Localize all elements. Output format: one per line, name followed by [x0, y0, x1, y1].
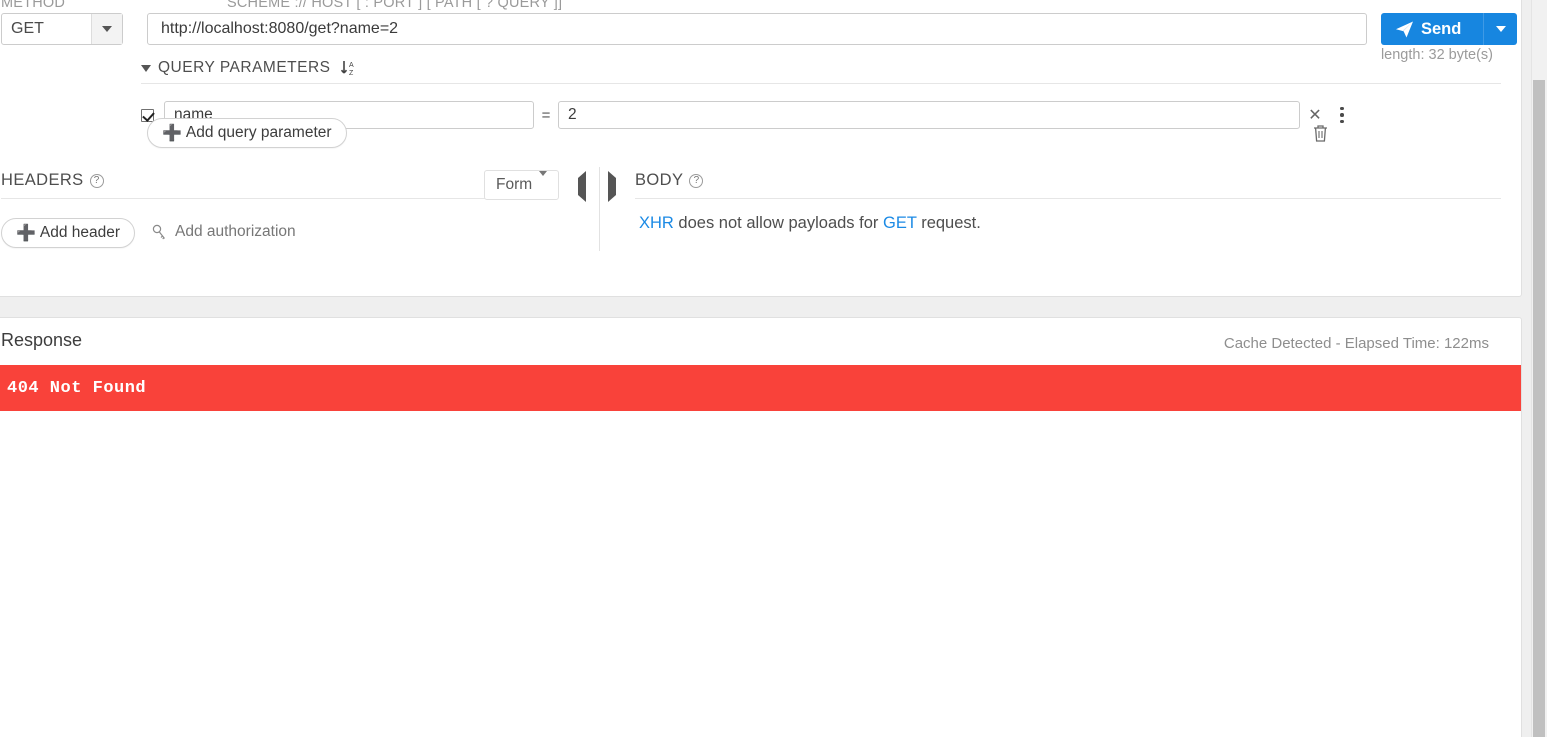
body-message-suffix: request.: [916, 214, 981, 232]
get-link[interactable]: GET: [883, 214, 917, 232]
request-body-header: BODY ?: [635, 171, 1501, 199]
kebab-menu-icon[interactable]: [1330, 106, 1354, 124]
request-panel: METHOD SCHEME :// HOST [ : PORT ] [ PATH…: [0, 0, 1522, 297]
request-headers-header: HEADERS ?: [1, 171, 555, 199]
url-row: GET http://localhost:8080/get?name=2 Sen…: [1, 13, 1517, 45]
add-authorization-label: Add authorization: [175, 223, 296, 240]
add-query-parameter-label: Add query parameter: [185, 124, 332, 141]
status-banner: 404 Not Found: [0, 365, 1521, 411]
query-parameter-value-input[interactable]: 2: [558, 101, 1300, 129]
scrollbar-thumb[interactable]: [1533, 80, 1545, 737]
collapse-right-icon[interactable]: [608, 171, 616, 202]
paper-plane-icon: [1395, 20, 1414, 39]
plus-icon: ➕: [162, 125, 182, 142]
response-panel: Response Cache Detected - Elapsed Time: …: [0, 317, 1522, 737]
query-parameter-row: name = 2 ✕: [141, 101, 1507, 129]
body-message-middle: does not allow payloads for: [673, 214, 883, 232]
add-query-parameter-button[interactable]: ➕ Add query parameter: [147, 118, 347, 148]
url-input[interactable]: http://localhost:8080/get?name=2: [147, 13, 1367, 45]
query-parameters-header[interactable]: QUERY PARAMETERS A Z: [141, 59, 1501, 84]
request-headers-title: HEADERS: [1, 171, 84, 189]
chevron-down-icon: [91, 14, 122, 44]
add-header-button[interactable]: ➕ Add header: [1, 218, 136, 248]
request-body-title: BODY: [635, 171, 684, 189]
xhr-link[interactable]: XHR: [639, 214, 674, 232]
method-value: GET: [11, 20, 44, 37]
send-options-chevron-icon[interactable]: [1483, 13, 1517, 45]
send-button[interactable]: Send: [1381, 13, 1517, 45]
query-parameter-equals-label: =: [541, 106, 551, 124]
request-headers-format-label: Form: [496, 176, 533, 193]
cache-elapsed-label: Cache Detected - Elapsed Time: 122ms: [1223, 335, 1489, 352]
query-parameter-enabled-checkbox[interactable]: [141, 108, 154, 122]
app-root: METHOD SCHEME :// HOST [ : PORT ] [ PATH…: [0, 0, 1547, 737]
method-label: METHOD: [1, 0, 66, 11]
chevron-down-icon: [539, 171, 548, 194]
help-icon[interactable]: ?: [89, 173, 104, 188]
add-authorization-button[interactable]: Add authorization: [151, 223, 296, 241]
svg-text:A: A: [349, 62, 354, 69]
request-panel-divider: [599, 167, 600, 251]
status-text: 404 Not Found: [7, 378, 147, 398]
plus-icon: ➕: [16, 225, 36, 242]
svg-text:Z: Z: [349, 70, 354, 77]
url-label: SCHEME :// HOST [ : PORT ] [ PATH [ ? QU…: [227, 0, 563, 11]
request-body-message: XHR does not allow payloads for GET requ…: [639, 214, 981, 233]
collapse-left-icon[interactable]: [578, 171, 586, 202]
request-headers-format-dropdown[interactable]: Form: [484, 170, 560, 200]
trash-icon[interactable]: [1311, 123, 1330, 148]
query-parameters-title: QUERY PARAMETERS: [158, 59, 331, 76]
key-icon: [151, 224, 167, 241]
chevron-down-icon: [141, 64, 151, 72]
help-icon[interactable]: ?: [689, 173, 704, 188]
method-select[interactable]: GET: [1, 13, 123, 45]
request-field-labels: METHOD SCHEME :// HOST [ : PORT ] [ PATH…: [1, 0, 1521, 11]
page-scrollbar[interactable]: [1531, 0, 1547, 737]
sort-alpha-down-icon[interactable]: A Z: [340, 60, 358, 77]
close-icon[interactable]: ✕: [1300, 105, 1330, 125]
send-button-label: Send: [1421, 19, 1462, 38]
add-header-label: Add header: [39, 224, 121, 241]
response-title: Response: [1, 330, 83, 350]
